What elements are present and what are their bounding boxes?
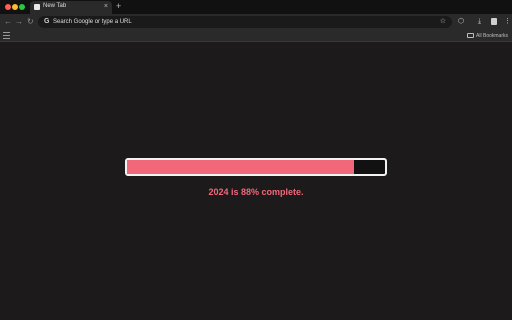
browser-toolbar: ← → ↻ G Search Google or type a URL ☆ ⬡ … — [0, 14, 512, 30]
window-maximize-button[interactable] — [19, 4, 25, 10]
year-progress-bar — [125, 158, 387, 176]
title-bar: New Tab × + — [0, 0, 512, 14]
download-icon[interactable]: ⤓ — [478, 16, 481, 28]
bookmarks-bar: All Bookmarks — [0, 30, 512, 42]
profile-icon[interactable] — [491, 18, 497, 25]
folder-icon — [467, 33, 475, 38]
tab-close-icon[interactable]: × — [104, 2, 108, 12]
tab-title: New Tab — [43, 3, 67, 9]
all-bookmarks-label: All Bookmarks — [476, 33, 508, 39]
all-bookmarks-button[interactable]: All Bookmarks — [467, 32, 508, 40]
window-minimize-button[interactable] — [12, 4, 18, 10]
apps-icon[interactable] — [3, 32, 10, 39]
window-close-button[interactable] — [5, 4, 11, 10]
address-bar[interactable]: G Search Google or type a URL ☆ — [38, 16, 452, 28]
year-progress-caption: 2024 is 88% complete. — [208, 187, 304, 197]
new-tab-button[interactable]: + — [116, 1, 121, 12]
year-progress-fill — [127, 160, 355, 174]
browser-tab[interactable]: New Tab × — [30, 1, 112, 14]
google-icon: G — [44, 18, 50, 25]
tab-favicon-icon — [34, 4, 40, 10]
address-bar-placeholder: Search Google or type a URL — [53, 19, 132, 25]
extensions-icon[interactable]: ⬡ — [458, 16, 464, 28]
menu-icon[interactable]: ⋮ — [504, 16, 511, 28]
forward-icon[interactable]: → — [15, 16, 23, 28]
back-icon[interactable]: ← — [4, 16, 12, 28]
reload-icon[interactable]: ↻ — [27, 16, 34, 28]
bookmark-star-icon[interactable]: ☆ — [440, 17, 446, 27]
